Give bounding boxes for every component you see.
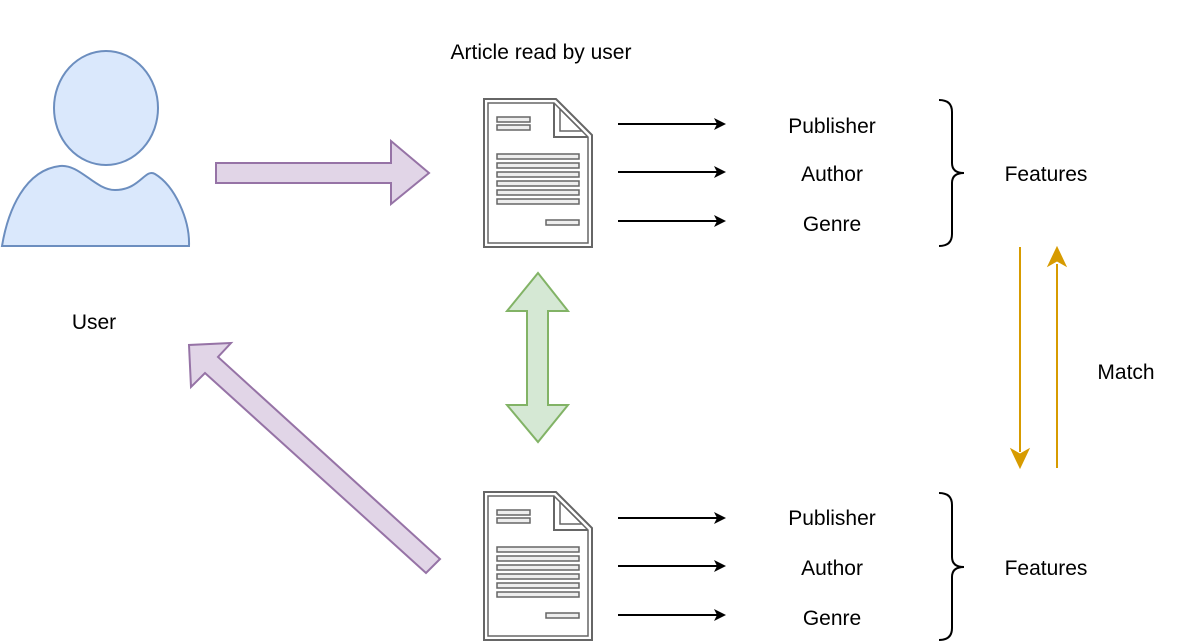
diagram-canvas: User Article read by user Publisher Auth… [0, 41, 1155, 641]
match-arrow-down [1009, 247, 1031, 470]
user-icon [0, 50, 191, 247]
similarity-double-arrow [504, 271, 571, 444]
features-brace-bottom [938, 492, 965, 641]
feature-label-publisher-bottom: Publisher [788, 507, 876, 530]
article-caption: Article read by user [451, 41, 632, 64]
match-label: Match [1097, 361, 1154, 384]
features-label-bottom: Features [1005, 557, 1088, 580]
feature-label-author-top: Author [801, 163, 863, 186]
features-label-top: Features [1005, 163, 1088, 186]
feature-label-genre-bottom: Genre [803, 607, 861, 630]
feature-label-author-bottom: Author [801, 557, 863, 580]
recommend-arrow [187, 341, 442, 575]
document-icon-recommended [483, 491, 593, 641]
match-arrow-up [1046, 245, 1068, 468]
user-label: User [72, 311, 116, 334]
feature-label-genre-top: Genre [803, 213, 861, 236]
features-brace-top [938, 99, 965, 247]
read-arrow [215, 138, 431, 207]
document-icon-read [483, 98, 593, 248]
feature-label-publisher-top: Publisher [788, 115, 876, 138]
